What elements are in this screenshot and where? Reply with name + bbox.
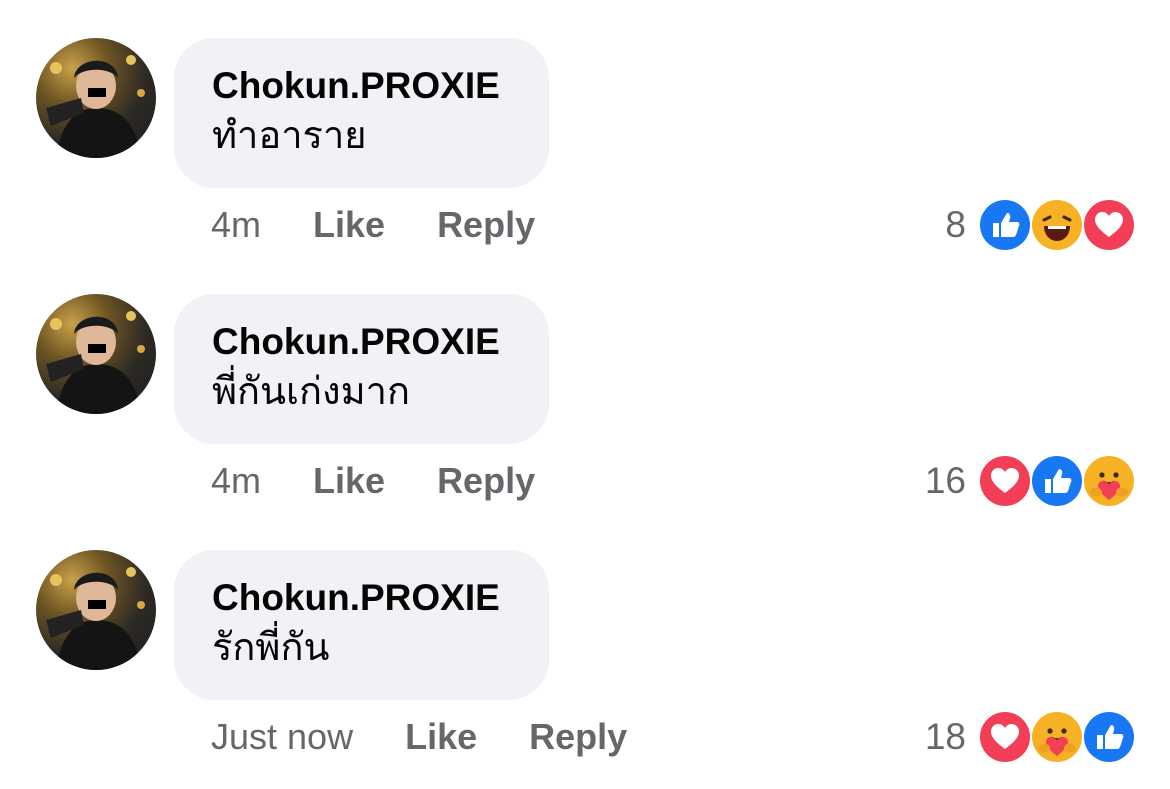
avatar[interactable] bbox=[36, 550, 156, 670]
reply-button[interactable]: Reply bbox=[437, 460, 535, 502]
comment-timestamp[interactable]: 4m bbox=[211, 460, 261, 502]
comment-text: รักพี่กัน bbox=[212, 627, 330, 669]
comment-author[interactable]: Chokun.PROXIE bbox=[212, 320, 511, 364]
like-icon bbox=[978, 198, 1032, 252]
love-icon bbox=[978, 710, 1032, 764]
comment-actions: Just now Like Reply bbox=[211, 712, 679, 762]
comment-item: Chokun.PROXIE รักพี่กัน Just now Like Re… bbox=[0, 512, 1170, 765]
like-button[interactable]: Like bbox=[313, 204, 385, 246]
comment-text: ทำอาราย bbox=[212, 115, 367, 157]
comment-thread: Chokun.PROXIE ทำอาราย 4m Like Reply 8 Ch… bbox=[0, 0, 1170, 789]
reply-button[interactable]: Reply bbox=[437, 204, 535, 246]
reaction-count: 8 bbox=[945, 204, 966, 245]
like-icon bbox=[1030, 454, 1084, 508]
reaction-count: 16 bbox=[924, 460, 966, 501]
reaction-summary[interactable]: 18 bbox=[925, 709, 1136, 765]
reaction-icons bbox=[978, 454, 1136, 508]
comment-actions: 4m Like Reply bbox=[211, 200, 587, 250]
love-icon bbox=[1082, 198, 1136, 252]
comment-item: Chokun.PROXIE พี่กันเก่งมาก 4m Like Repl… bbox=[0, 256, 1170, 509]
love-icon bbox=[978, 454, 1032, 508]
reaction-count: 18 bbox=[924, 716, 966, 757]
reaction-summary[interactable]: 8 bbox=[945, 197, 1136, 253]
comment-actions: 4m Like Reply bbox=[211, 456, 587, 506]
like-icon bbox=[1082, 710, 1136, 764]
comment-item: Chokun.PROXIE ทำอาราย 4m Like Reply 8 bbox=[0, 0, 1170, 253]
avatar[interactable] bbox=[36, 294, 156, 414]
comment-bubble: Chokun.PROXIE รักพี่กัน bbox=[174, 550, 549, 700]
haha-icon bbox=[1030, 198, 1084, 252]
like-button[interactable]: Like bbox=[405, 716, 477, 758]
comment-bubble: Chokun.PROXIE ทำอาราย bbox=[174, 38, 549, 188]
reaction-icons bbox=[978, 710, 1136, 764]
comment-author[interactable]: Chokun.PROXIE bbox=[212, 64, 511, 108]
comment-timestamp[interactable]: Just now bbox=[211, 716, 353, 758]
reply-button[interactable]: Reply bbox=[529, 716, 627, 758]
avatar[interactable] bbox=[36, 38, 156, 158]
care-icon bbox=[1082, 454, 1136, 508]
reaction-icons bbox=[978, 198, 1136, 252]
comment-author[interactable]: Chokun.PROXIE bbox=[212, 576, 511, 620]
reaction-summary[interactable]: 16 bbox=[925, 453, 1136, 509]
comment-timestamp[interactable]: 4m bbox=[211, 204, 261, 246]
comment-text: พี่กันเก่งมาก bbox=[212, 371, 410, 413]
care-icon bbox=[1030, 710, 1084, 764]
like-button[interactable]: Like bbox=[313, 460, 385, 502]
comment-bubble: Chokun.PROXIE พี่กันเก่งมาก bbox=[174, 294, 549, 444]
